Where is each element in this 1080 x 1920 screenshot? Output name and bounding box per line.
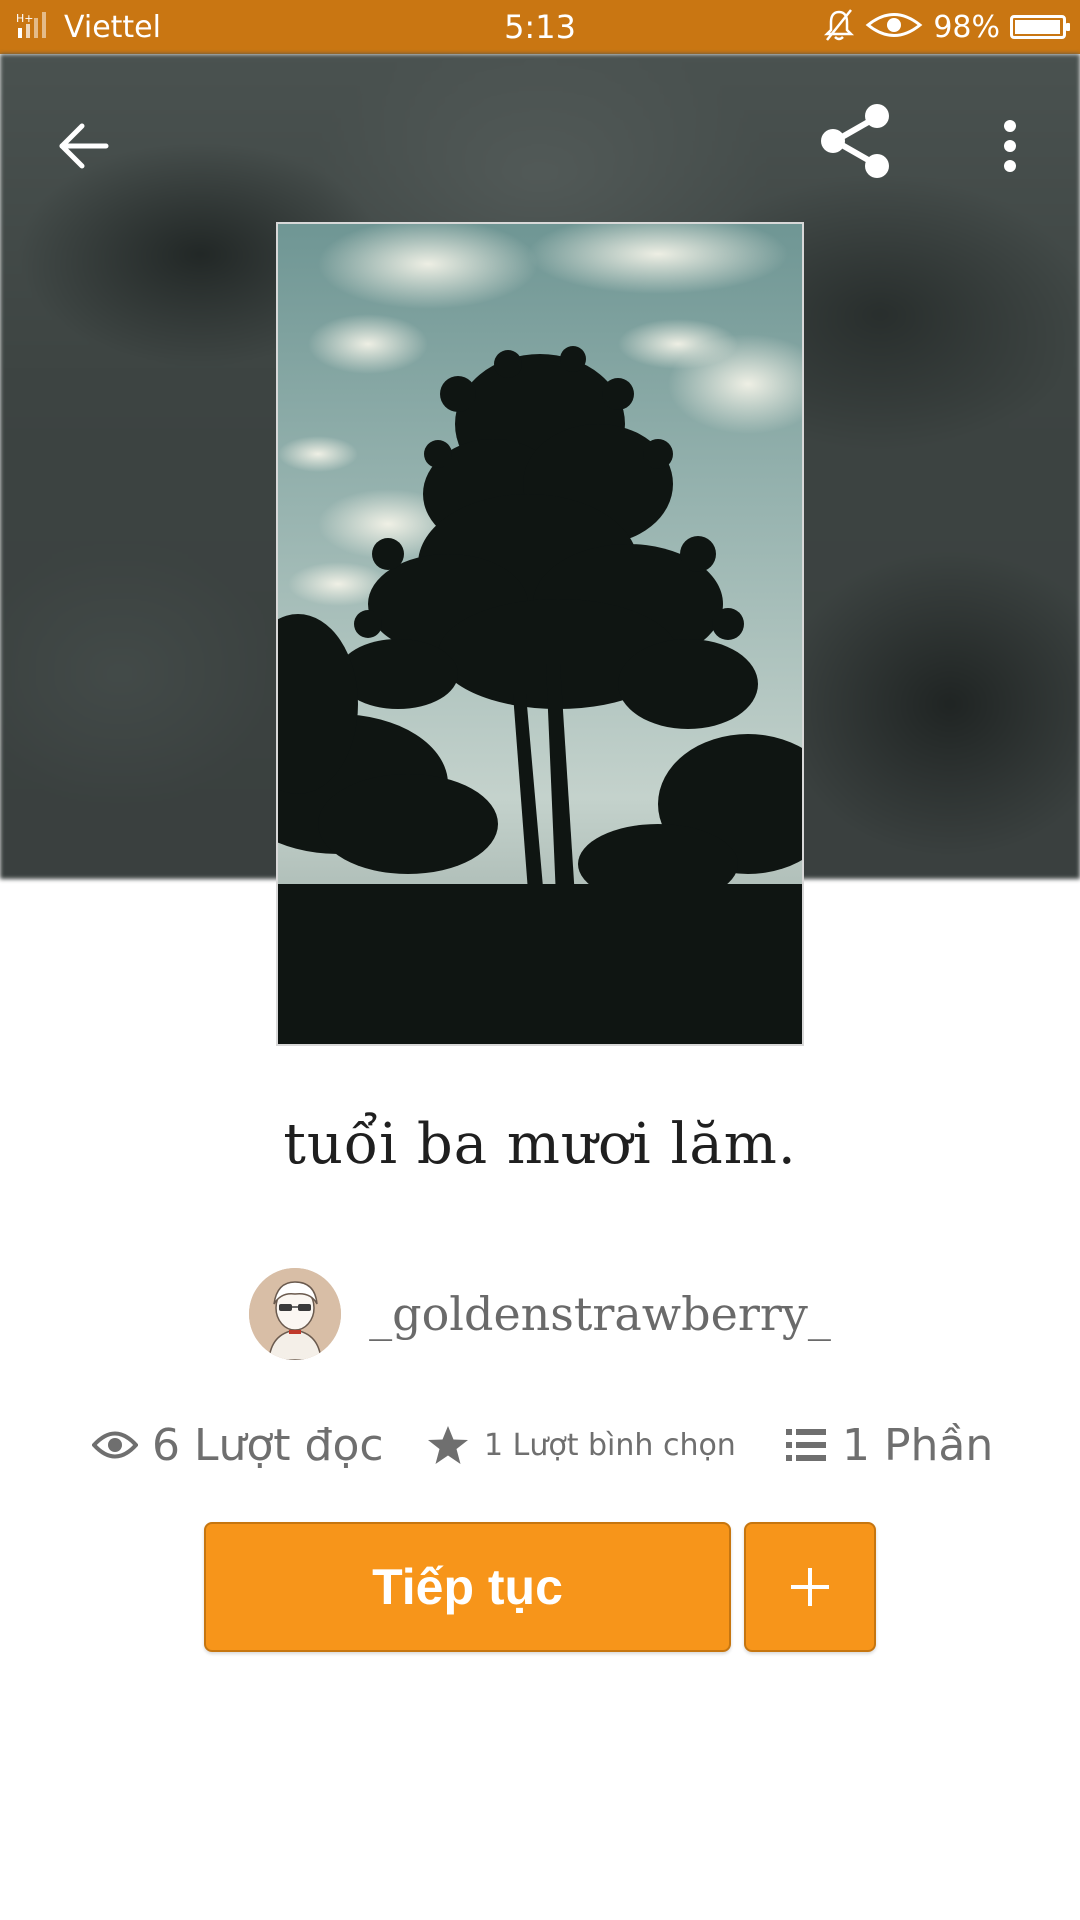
star-icon xyxy=(428,1426,468,1464)
status-right: 98% xyxy=(823,0,1070,54)
eye-icon xyxy=(92,1431,138,1459)
share-button[interactable] xyxy=(810,96,900,186)
continue-reading-button[interactable]: Tiếp tục xyxy=(204,1522,731,1652)
reads-count: 6 Lượt đọc xyxy=(152,1419,384,1471)
story-title: tuổi ba mươi lăm. xyxy=(283,1112,797,1177)
cover-illustration xyxy=(278,224,802,1044)
votes-stat: 1 Lượt bình chọn xyxy=(426,1410,736,1480)
eye-comfort-icon xyxy=(865,10,923,44)
story-detail-screen: H+ Viettel 5:13 98% tuổi ba mươi lăm. _g… xyxy=(0,0,1080,1920)
more-options-button[interactable] xyxy=(980,106,1040,186)
add-to-library-button[interactable] xyxy=(744,1522,876,1652)
back-button[interactable] xyxy=(44,106,124,186)
battery-icon xyxy=(1010,15,1070,39)
status-bar: H+ Viettel 5:13 98% xyxy=(0,0,1080,54)
votes-count: 1 Lượt bình chọn xyxy=(484,1427,736,1463)
parts-stat: 1 Phần xyxy=(784,1410,993,1480)
reads-stat: 6 Lượt đọc xyxy=(92,1410,384,1480)
top-toolbar xyxy=(0,54,1080,224)
share-icon xyxy=(821,104,889,178)
arrow-left-icon xyxy=(59,123,109,169)
story-cover[interactable] xyxy=(276,222,804,1046)
author-row[interactable]: _goldenstrawberry_ xyxy=(0,1266,1080,1362)
author-name[interactable]: _goldenstrawberry_ xyxy=(369,1287,831,1341)
avatar[interactable] xyxy=(249,1268,342,1360)
list-icon xyxy=(786,1429,826,1461)
bell-muted-icon xyxy=(823,8,855,46)
battery-percent: 98% xyxy=(933,9,1000,45)
battery-fill xyxy=(1015,20,1060,34)
more-vert-icon xyxy=(1004,120,1016,172)
story-stats: 6 Lượt đọc 1 Lượt bình chọn 1 Phần xyxy=(0,1410,1080,1480)
avatar-image xyxy=(249,1268,342,1360)
parts-count: 1 Phần xyxy=(842,1419,994,1471)
plus-icon xyxy=(791,1568,829,1606)
